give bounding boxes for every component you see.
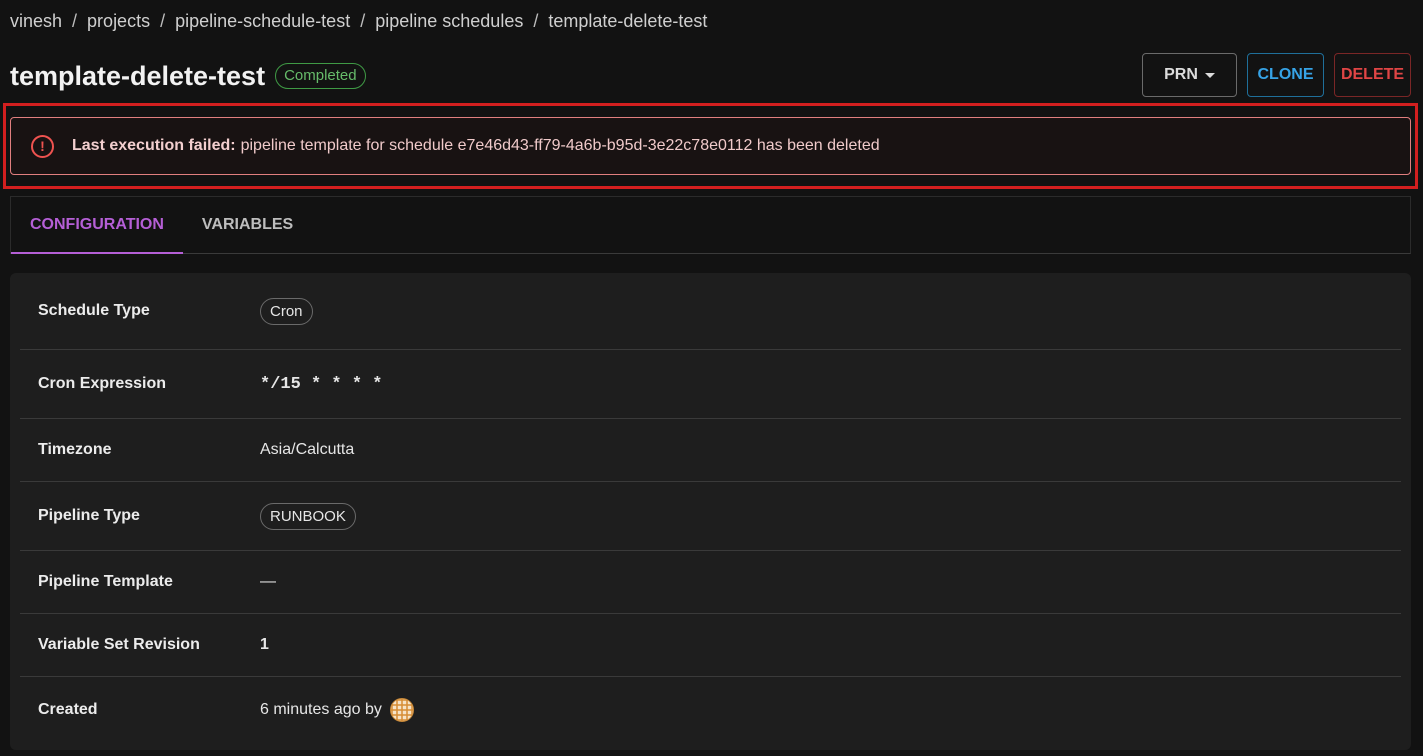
- pipeline-template-label: Pipeline Template: [38, 573, 173, 590]
- pipeline-type-chip: RUNBOOK: [260, 502, 356, 530]
- error-alert: ! Last execution failed: pipeline templa…: [10, 117, 1411, 175]
- cron-expression-value: */15 * * * *: [260, 374, 383, 394]
- cron-expression-label: Cron Expression: [38, 375, 167, 392]
- breadcrumb-pipeline-schedules[interactable]: pipeline schedules: [375, 11, 523, 32]
- title-row: template-delete-test Completed: [10, 56, 366, 96]
- delete-button[interactable]: DELETE: [1334, 53, 1411, 97]
- breadcrumb-separator: /: [360, 10, 366, 31]
- detail-row-pipeline-template: Pipeline Template —: [20, 551, 1401, 614]
- variable-set-revision-value: 1: [260, 636, 269, 653]
- timezone-label: Timezone: [38, 441, 112, 458]
- variable-set-revision-label: Variable Set Revision: [38, 636, 200, 653]
- caret-down-icon: [1204, 72, 1215, 78]
- pipeline-template-value: —: [260, 573, 276, 590]
- detail-row-cron-expression: Cron Expression */15 * * * *: [20, 350, 1401, 419]
- breadcrumb-project[interactable]: pipeline-schedule-test: [175, 11, 350, 32]
- alert-title: Last execution failed:: [72, 137, 236, 154]
- created-label: Created: [38, 701, 98, 718]
- detail-row-timezone: Timezone Asia/Calcutta: [20, 419, 1401, 482]
- tab-variables[interactable]: VARIABLES: [183, 197, 312, 253]
- prn-button-label: PRN: [1164, 66, 1198, 83]
- schedule-type-label: Schedule Type: [38, 302, 150, 319]
- detail-row-created: Created 6 minutes ago by: [20, 677, 1401, 743]
- pipeline-type-label: Pipeline Type: [38, 507, 140, 524]
- breadcrumb-separator: /: [533, 10, 539, 31]
- created-value: 6 minutes ago by: [260, 701, 382, 718]
- tab-bar: CONFIGURATION VARIABLES: [10, 196, 1411, 254]
- timezone-value: Asia/Calcutta: [260, 441, 355, 458]
- breadcrumb: vinesh / projects / pipeline-schedule-te…: [10, 8, 707, 34]
- avatar[interactable]: [389, 698, 414, 722]
- breadcrumb-separator: /: [160, 10, 166, 31]
- breadcrumb-vinesh[interactable]: vinesh: [10, 11, 62, 32]
- tab-configuration[interactable]: CONFIGURATION: [11, 197, 183, 254]
- action-buttons: PRN CLONE DELETE: [1142, 53, 1411, 97]
- detail-row-schedule-type: Schedule Type Cron: [20, 273, 1401, 350]
- detail-row-pipeline-type: Pipeline Type RUNBOOK: [20, 482, 1401, 551]
- status-badge: Completed: [275, 63, 366, 89]
- alert-message: pipeline template for schedule e7e46d43-…: [240, 137, 880, 154]
- detail-row-variable-set-revision: Variable Set Revision 1: [20, 614, 1401, 677]
- page-title: template-delete-test: [10, 60, 266, 91]
- alert-circle-icon: !: [31, 134, 54, 158]
- configuration-details: Schedule Type Cron Cron Expression */15 …: [10, 273, 1411, 750]
- breadcrumb-separator: /: [72, 10, 78, 31]
- prn-dropdown-button[interactable]: PRN: [1142, 53, 1237, 97]
- schedule-type-chip: Cron: [260, 297, 313, 325]
- clone-button[interactable]: CLONE: [1247, 53, 1324, 97]
- breadcrumb-current: template-delete-test: [548, 10, 708, 31]
- breadcrumb-projects[interactable]: projects: [87, 11, 150, 32]
